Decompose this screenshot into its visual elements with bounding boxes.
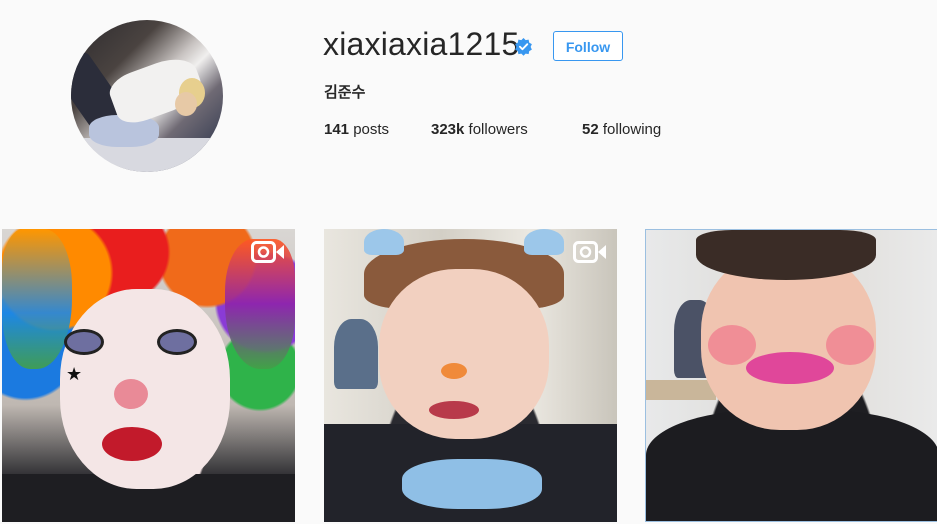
post-image-detail <box>334 319 378 389</box>
followers-count: 323k <box>431 121 465 138</box>
follow-button[interactable]: Follow <box>553 31 623 61</box>
post-image-detail <box>64 329 104 355</box>
post-image-detail <box>646 380 716 400</box>
profile-page: xiaxiaxia1215 Follow 김준수 141 posts 323k … <box>0 0 937 524</box>
post-image-detail <box>102 427 162 461</box>
following-label: following <box>602 121 662 138</box>
following-link[interactable]: 52 following <box>582 121 661 138</box>
post-thumbnail-1[interactable]: ★ <box>2 229 295 522</box>
posts-count-stat: 141 posts <box>324 121 389 138</box>
avatar-detail <box>175 92 197 116</box>
video-icon <box>573 241 606 263</box>
post-thumbnail-2[interactable] <box>324 229 617 522</box>
following-count: 52 <box>582 121 599 138</box>
followers-label: followers <box>468 121 528 138</box>
post-image-detail <box>696 230 876 280</box>
post-image-detail <box>826 325 874 365</box>
post-image-detail <box>524 229 564 255</box>
post-image-detail <box>746 352 834 384</box>
post-thumbnail-3[interactable] <box>645 229 937 522</box>
followers-link[interactable]: 323k followers <box>431 121 528 138</box>
post-image-detail <box>2 229 72 369</box>
post-image-detail <box>114 379 148 409</box>
posts-label: posts <box>353 121 390 138</box>
post-image-detail <box>441 363 467 379</box>
posts-count: 141 <box>324 121 350 138</box>
profile-username: xiaxiaxia1215 <box>323 26 520 62</box>
post-image-detail <box>429 401 479 419</box>
star-icon: ★ <box>66 364 83 384</box>
profile-full-name: 김준수 <box>324 83 366 101</box>
post-image-detail <box>708 325 756 365</box>
video-icon <box>251 241 284 263</box>
profile-avatar[interactable] <box>71 20 223 172</box>
post-image-detail <box>402 459 542 509</box>
post-image-detail <box>364 229 404 255</box>
verified-badge-icon <box>515 37 532 56</box>
post-image-detail <box>157 329 197 355</box>
